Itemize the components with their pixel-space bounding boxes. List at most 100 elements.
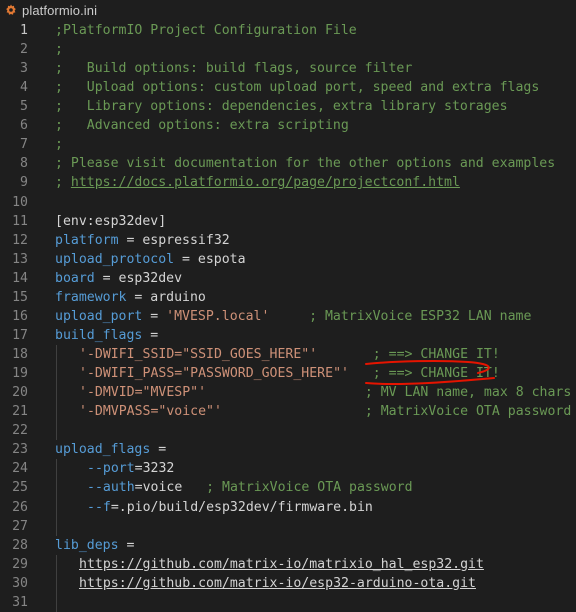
code-line[interactable]: 3 ; Build options: build flags, source fi… xyxy=(0,59,576,78)
comment: ; xyxy=(55,42,63,58)
line-number: 24 xyxy=(12,461,28,477)
equals-sign: = xyxy=(134,480,143,496)
code-line[interactable]: 18 '-DWIFI_SSID="SSID_GOES_HERE"' ; ==> C… xyxy=(0,345,576,364)
code-line[interactable]: 30 https://github.com/matrix-io/esp32-ard… xyxy=(0,574,576,593)
string-value: '-DMVPASS="voice"' xyxy=(79,404,222,420)
config-key: platform xyxy=(55,232,119,248)
string-value: '-DWIFI_PASS="PASSWORD_GOES_HERE"' xyxy=(79,366,349,382)
code-line[interactable]: 8 ; Please visit documentation for the ot… xyxy=(0,154,576,173)
code-line[interactable]: 5 ; Library options: dependencies, extra … xyxy=(0,97,576,116)
inline-comment: ; MatrixVoice ESP32 LAN name xyxy=(309,308,532,324)
code-line[interactable]: 31 xyxy=(0,593,576,612)
gear-icon xyxy=(6,4,16,16)
tab-title: platformio.ini xyxy=(22,2,98,18)
line-number: 13 xyxy=(12,251,28,267)
code-line[interactable]: 27 xyxy=(0,517,576,536)
code-line[interactable]: 1 ;PlatformIO Project Configuration File xyxy=(0,21,576,40)
flag-key: --f xyxy=(87,499,111,515)
equals-sign: = xyxy=(174,251,198,267)
code-line[interactable]: 21 '-DMVPASS="voice"' ; MatrixVoice OTA p… xyxy=(0,402,576,421)
code-editor[interactable]: 1 ;PlatformIO Project Configuration File 2… xyxy=(0,20,576,612)
code-text: https://github.com/matrix-io/matrixio_ha… xyxy=(79,555,484,574)
code-line[interactable]: 14 board = esp32dev xyxy=(0,269,576,288)
string-value: 'MVESP.local' xyxy=(166,308,270,324)
editor-tab[interactable]: platformio.ini xyxy=(0,0,576,20)
code-line[interactable]: 2; xyxy=(0,40,576,59)
line-number: 26 xyxy=(12,499,28,515)
string-value: '-DWIFI_SSID="SSID_GOES_HERE"' xyxy=(79,347,318,363)
code-text: --f=.pio/build/esp32dev/firmware.bin xyxy=(87,498,373,517)
repo-link[interactable]: https://github.com/matrix-io/matrixio_ha… xyxy=(79,557,484,572)
code-line[interactable]: 7; xyxy=(0,135,576,154)
inline-comment: ; MV LAN name, max 8 chars xyxy=(364,385,572,401)
code-line[interactable]: 12 platform = espressif32 xyxy=(0,231,576,250)
config-value: voice xyxy=(142,480,183,496)
line-number: 4 xyxy=(20,80,28,96)
docs-link[interactable]: https://docs.platformio.org/page/project… xyxy=(71,175,460,190)
equals-sign: = xyxy=(94,270,119,286)
line-number: 5 xyxy=(20,99,28,115)
code-line[interactable]: 13 upload_protocol = espota xyxy=(0,250,576,269)
equals-sign: = xyxy=(142,327,159,343)
line-number: 12 xyxy=(12,232,28,248)
code-text: ;PlatformIO Project Configuration File xyxy=(55,21,357,40)
line-number: 18 xyxy=(12,347,28,363)
code-text: --auth=voice ; MatrixVoice OTA password xyxy=(87,478,413,497)
config-value: espressif32 xyxy=(142,232,230,248)
config-key: upload_port xyxy=(55,308,143,324)
code-line[interactable]: 11 [env:esp32dev] xyxy=(0,212,576,231)
code-line[interactable]: 6 ; Advanced options: extra scripting xyxy=(0,116,576,135)
config-value: espota xyxy=(197,251,246,267)
comment: ;PlatformIO Project Configuration File xyxy=(55,23,357,38)
code-line[interactable]: 16 upload_port = 'MVESP.local' ; MatrixVo… xyxy=(0,307,576,326)
code-text: https://github.com/matrix-io/esp32-ardui… xyxy=(79,574,476,593)
indent-guide xyxy=(56,345,57,441)
code-line[interactable]: 10 xyxy=(0,193,576,212)
code-line[interactable]: 19 '-DWIFI_PASS="PASSWORD_GOES_HERE"' ; =… xyxy=(0,364,576,383)
section-header: [env:esp32dev] xyxy=(55,213,167,229)
code-text: '-DMVPASS="voice"' ; MatrixVoice OTA pas… xyxy=(79,402,571,421)
line-number: 1 xyxy=(20,23,28,38)
code-text: [env:esp32dev] xyxy=(55,212,166,231)
code-line[interactable]: 24 --port=3232 xyxy=(0,459,576,478)
code-line[interactable]: 20 '-DMVID="MVESP"' ; MV LAN name, max 8 … xyxy=(0,383,576,402)
code-text: build_flags = xyxy=(55,326,158,345)
inline-comment: ; ==> CHANGE IT! xyxy=(372,366,500,382)
code-line[interactable]: 29 https://github.com/matrix-io/matrixio_… xyxy=(0,555,576,574)
comment: ; Please visit documentation for the oth… xyxy=(55,156,556,172)
flag-key: --auth xyxy=(87,480,135,496)
line-number: 21 xyxy=(12,404,28,420)
line-number: 23 xyxy=(12,442,28,458)
code-text: '-DWIFI_SSID="SSID_GOES_HERE"' ; ==> CHA… xyxy=(79,345,500,364)
config-key: upload_protocol xyxy=(55,251,175,267)
indent-guide xyxy=(56,459,57,536)
line-number: 2 xyxy=(20,42,28,58)
repo-link[interactable]: https://github.com/matrix-io/esp32-ardui… xyxy=(79,576,476,591)
code-text: lib_deps = xyxy=(55,536,134,555)
code-line[interactable]: 4 ; Upload options: custom upload port, s… xyxy=(0,78,576,97)
code-line[interactable]: 25 --auth=voice ; MatrixVoice OTA passwor… xyxy=(0,478,576,497)
indent-guide xyxy=(56,554,57,612)
code-line[interactable]: 28 lib_deps = xyxy=(0,536,576,555)
equals-sign: = xyxy=(150,442,167,458)
code-line[interactable]: 26 --f=.pio/build/esp32dev/firmware.bin xyxy=(0,498,576,517)
comment: ; xyxy=(55,175,71,191)
line-number: 6 xyxy=(20,118,28,134)
comment: ; xyxy=(55,137,63,153)
code-line[interactable]: 17 build_flags = xyxy=(0,326,576,345)
equals-sign: = xyxy=(134,461,143,477)
line-number: 29 xyxy=(12,556,28,572)
line-number: 27 xyxy=(12,518,28,534)
code-line[interactable]: 15 framework = arduino xyxy=(0,288,576,307)
code-line[interactable]: 22 xyxy=(0,421,576,440)
config-key: framework xyxy=(55,289,127,305)
code-text: ; Library options: dependencies, extra l… xyxy=(55,97,508,116)
code-line[interactable]: 9; https://docs.platformio.org/page/proj… xyxy=(0,173,576,192)
code-line[interactable]: 23 upload_flags = xyxy=(0,440,576,459)
inline-comment: ; ==> CHANGE IT! xyxy=(372,347,500,363)
equals-sign: = xyxy=(118,537,135,553)
config-value: .pio/build/esp32dev/firmware.bin xyxy=(118,499,373,515)
